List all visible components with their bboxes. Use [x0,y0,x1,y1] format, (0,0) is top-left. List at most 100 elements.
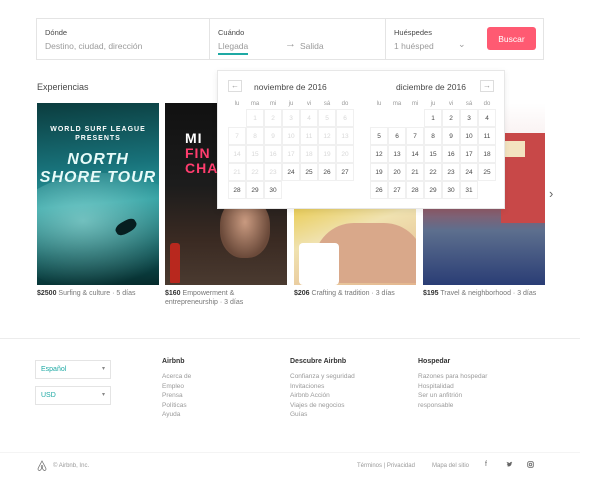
calendar-day[interactable]: 29 [424,181,442,199]
calendar-day[interactable]: 30 [264,181,282,199]
calendar-day[interactable]: 15 [424,145,442,163]
arrow-left-icon[interactable]: ← [228,80,242,92]
calendar-day: 6 [336,109,354,127]
calendar-day: 10 [282,127,300,145]
footer-link[interactable]: Prensa [162,391,191,401]
footer-link[interactable]: Ayuda [162,410,191,420]
calendar-day[interactable]: 18 [478,145,496,163]
calendar-day[interactable]: 21 [406,163,424,181]
calendar-day[interactable]: 11 [478,127,496,145]
calendar-day: 12 [318,127,336,145]
calendar-day[interactable]: 13 [388,145,406,163]
calendar-day[interactable]: 10 [460,127,478,145]
arrival-input[interactable]: Llegada [218,41,249,55]
departure-input[interactable]: Salida [300,41,324,51]
weekday-label: lu [376,101,382,107]
calendar-day[interactable]: 20 [388,163,406,181]
calendar-day[interactable]: 17 [460,145,478,163]
calendar-day[interactable]: 1 [424,109,442,127]
calendar-day: 2 [264,109,282,127]
calendar-day[interactable]: 22 [424,163,442,181]
weekday-label: ma [392,101,402,107]
footer-link[interactable]: Airbnb Acción [290,391,355,401]
footer-column-discover: Descubre Airbnb Confianza y seguridad In… [290,358,355,420]
calendar-day[interactable]: 3 [460,109,478,127]
calendar-day[interactable]: 9 [442,127,460,145]
calendar-day[interactable]: 7 [406,127,424,145]
image-text: MI FIN CHA [185,130,219,176]
calendar-day[interactable]: 14 [406,145,424,163]
sitemap-link[interactable]: Mapa del sitio [432,463,469,469]
calendar-day[interactable]: 27 [336,163,354,181]
footer-link[interactable]: Viajes de negocios [290,401,355,411]
when-label: Cuándo [218,28,245,37]
footer-link[interactable]: Razones para hospedar [418,372,487,382]
calendar-day[interactable]: 24 [460,163,478,181]
calendar-day[interactable]: 8 [424,127,442,145]
guests-field[interactable]: Huéspedes 1 huésped ⌄ [385,19,477,59]
guests-select[interactable]: 1 huésped [394,41,434,51]
calendar-day[interactable]: 28 [228,181,246,199]
arrow-right-icon: → [285,38,296,50]
calendar-day: 22 [246,163,264,181]
where-input[interactable]: Destino, ciudad, dirección [45,41,142,51]
chevron-right-icon[interactable]: › [549,186,553,201]
calendar-day: 4 [300,109,318,127]
search-bar: Dónde Destino, ciudad, dirección Cuándo … [36,18,544,60]
search-button[interactable]: Buscar [487,27,536,50]
calendar-day[interactable]: 25 [478,163,496,181]
calendar-day: 14 [228,145,246,163]
calendar-day[interactable]: 23 [442,163,460,181]
calendar-day[interactable]: 6 [388,127,406,145]
footer-link[interactable]: Invitaciones [290,382,355,392]
footer-heading: Airbnb [162,358,185,365]
calendar-day[interactable]: 29 [246,181,264,199]
calendar-day[interactable]: 19 [370,163,388,181]
footer-link[interactable]: Hospitalidad [418,382,487,392]
calendar-day[interactable]: 27 [388,181,406,199]
experience-card[interactable]: WORLD SURF LEAGUE PRESENTS NORTH SHORE T… [37,103,159,298]
arrow-right-icon[interactable]: → [480,80,494,92]
footer-link[interactable]: Políticas [162,401,191,411]
divider [0,452,580,453]
footer-link[interactable]: Acerca de [162,372,191,382]
where-label: Dónde [45,28,68,37]
calendar-day: 23 [264,163,282,181]
twitter-icon[interactable] [506,461,513,470]
section-title: Experiencias [37,82,89,92]
guests-label: Huéspedes [394,28,432,37]
calendar-day[interactable]: 26 [318,163,336,181]
calendar-day[interactable]: 4 [478,109,496,127]
calendar-day[interactable]: 30 [442,181,460,199]
experience-image[interactable]: WORLD SURF LEAGUE PRESENTS NORTH SHORE T… [37,103,159,285]
calendar-day[interactable]: 2 [442,109,460,127]
weekday-label: mi [269,101,277,107]
footer-link[interactable]: Confianza y seguridad [290,372,355,382]
facebook-icon[interactable]: f [485,461,487,468]
footer-link[interactable]: Guías [290,410,355,420]
experience-price: $206 [294,290,310,297]
calendar-day[interactable]: 25 [300,163,318,181]
experience-price: $160 [165,290,181,297]
language-select[interactable]: Español ▾ [35,360,111,379]
calendar-day: 15 [246,145,264,163]
chevron-down-icon: ⌄ [458,39,466,49]
experience-caption: $160 Empowerment & entrepreneurship · 3 … [165,289,287,307]
calendar-day[interactable]: 26 [370,181,388,199]
airbnb-logo-icon[interactable] [36,460,48,472]
terms-privacy-link[interactable]: Términos | Privacidad [357,463,415,469]
footer-link[interactable]: Empleo [162,382,191,392]
experience-caption: $195 Travel & neighborhood · 3 días [423,289,545,298]
calendar-day[interactable]: 12 [370,145,388,163]
calendar-day[interactable]: 31 [460,181,478,199]
currency-select[interactable]: USD ▾ [35,386,111,405]
calendar-day[interactable]: 28 [406,181,424,199]
dates-field[interactable]: Cuándo Llegada → Salida [209,19,385,59]
experience-desc: Surfing & culture · 5 días [58,290,136,297]
footer-link[interactable]: Ser un anfitrión responsable [418,391,478,410]
calendar-day[interactable]: 24 [282,163,300,181]
calendar-day[interactable]: 16 [442,145,460,163]
where-field[interactable]: Dónde Destino, ciudad, dirección [37,19,209,59]
calendar-day[interactable]: 5 [370,127,388,145]
instagram-icon[interactable] [527,461,534,470]
